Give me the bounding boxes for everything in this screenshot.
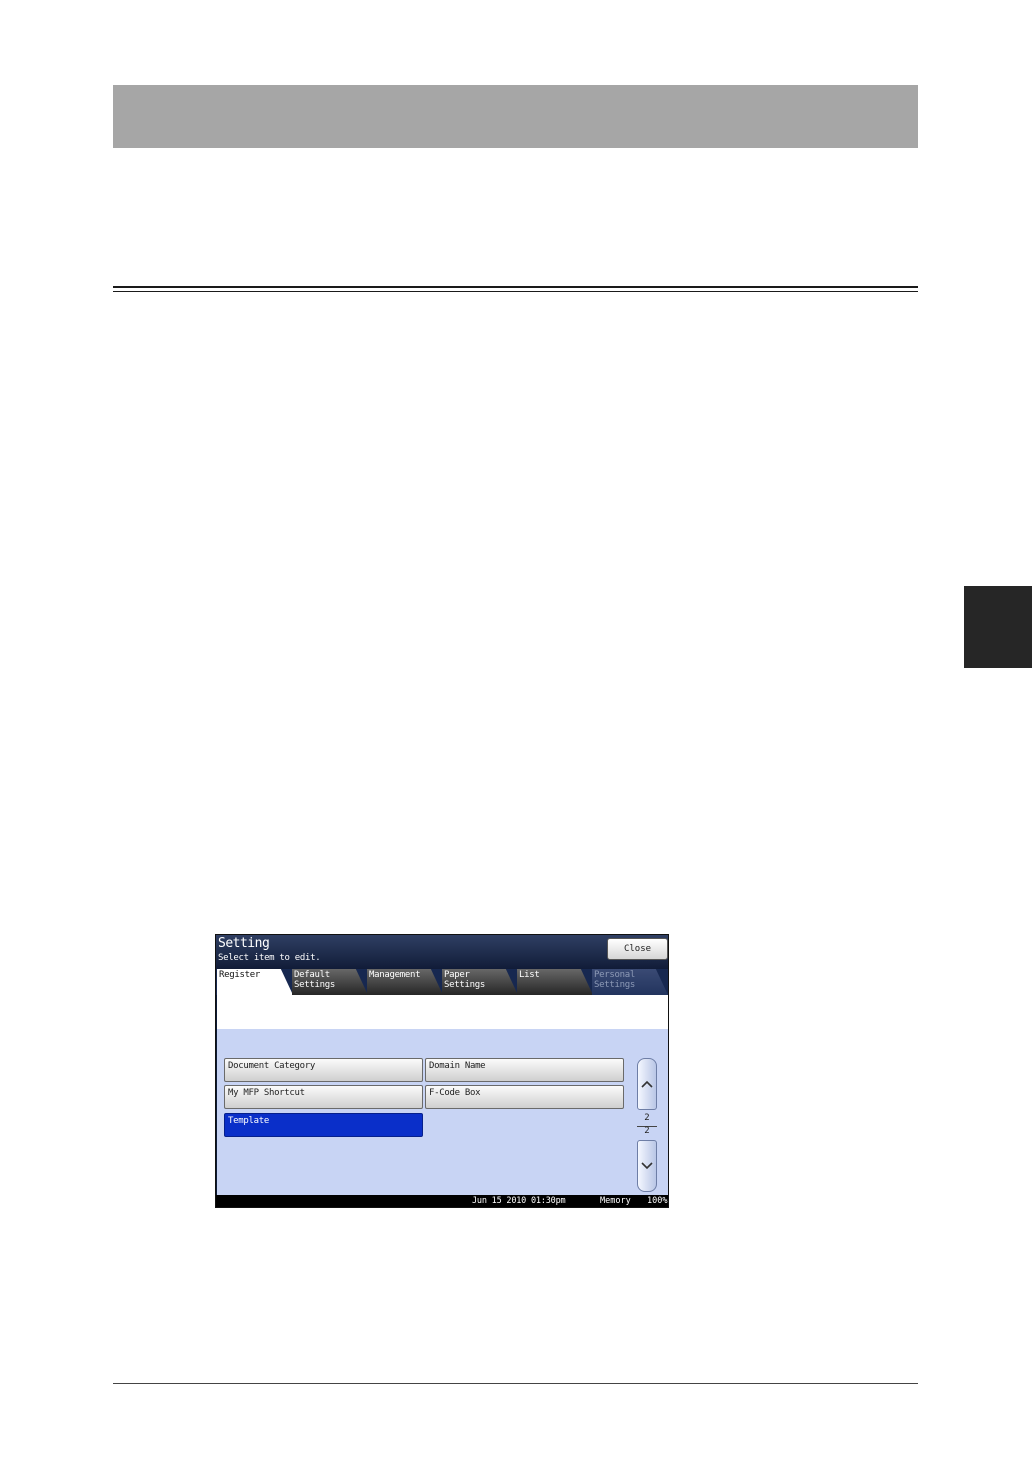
panel-subtitle: Select item to edit. [218, 953, 321, 963]
status-memory-value: 100% [647, 1196, 668, 1206]
scroll-down-button[interactable] [637, 1140, 657, 1192]
tab-list[interactable]: List [517, 969, 593, 995]
scroll-up-button[interactable] [637, 1058, 657, 1110]
page-current: 2 [644, 1113, 650, 1123]
footer-rule [113, 1383, 918, 1384]
item-f-code-box[interactable]: F-Code Box [425, 1085, 624, 1109]
item-document-category[interactable]: Document Category [224, 1058, 423, 1082]
tab-bar: Register Default Settings Management Pap… [216, 969, 668, 995]
section-header-band [113, 85, 918, 148]
panel-item-area: Document Category Domain Name My MFP Sho… [217, 1029, 668, 1195]
chevron-up-icon [641, 1080, 653, 1088]
status-memory-label: Memory [600, 1196, 631, 1206]
page-total: 2 [644, 1126, 650, 1136]
heading-rule-thick [113, 286, 918, 288]
tab-management[interactable]: Management [367, 969, 443, 995]
tab-default-settings[interactable]: Default Settings [292, 969, 368, 995]
chapter-thumb-tab [964, 586, 1032, 668]
item-domain-name[interactable]: Domain Name [425, 1058, 624, 1082]
panel-info-area [217, 995, 668, 1029]
panel-titlebar: Setting Select item to edit. Close [216, 935, 668, 969]
heading-rule-thin [113, 291, 918, 292]
item-my-mfp-shortcut[interactable]: My MFP Shortcut [224, 1085, 423, 1109]
status-datetime: Jun 15 2010 01:30pm [472, 1196, 566, 1206]
panel-title: Setting [218, 936, 270, 951]
status-bar: Jun 15 2010 01:30pm Memory 100% [216, 1195, 668, 1207]
tab-personal-settings[interactable]: Personal Settings [592, 969, 668, 995]
setting-screen: Setting Select item to edit. Close Regis… [215, 934, 669, 1208]
tab-register[interactable]: Register [217, 969, 293, 995]
close-button[interactable]: Close [607, 938, 668, 960]
chevron-down-icon [641, 1162, 653, 1170]
tab-paper-settings[interactable]: Paper Settings [442, 969, 518, 995]
item-template[interactable]: Template [224, 1113, 423, 1137]
